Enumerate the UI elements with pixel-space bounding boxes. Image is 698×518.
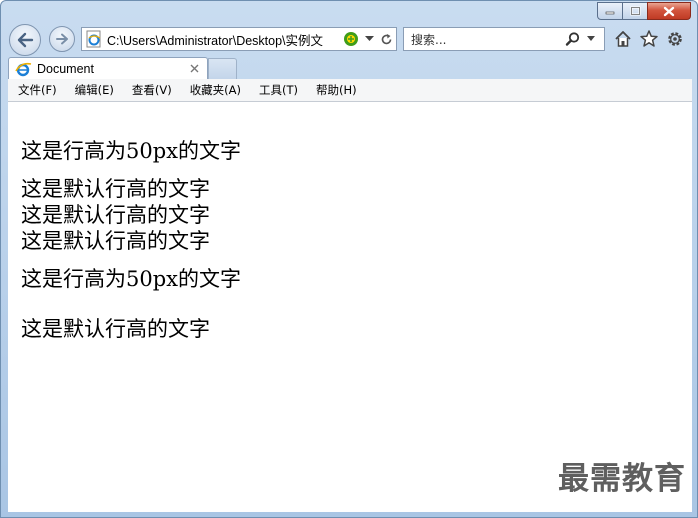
text-line-default: 这是默认行高的文字 — [21, 229, 210, 253]
text-line-50px: 这是行高为50px的文字 — [21, 267, 242, 291]
tab-title: Document — [37, 61, 94, 76]
browser-window: C:\Users\Administrator\Desktop\实例文 搜索... — [0, 0, 698, 518]
home-icon[interactable] — [613, 29, 633, 49]
menu-favorites[interactable]: 收藏夹(A) — [180, 82, 249, 98]
address-bar[interactable]: C:\Users\Administrator\Desktop\实例文 — [81, 27, 397, 51]
maximize-icon — [630, 6, 640, 16]
minimize-button[interactable] — [597, 2, 623, 20]
forward-button[interactable] — [49, 26, 75, 52]
tab-bar: Document — [1, 57, 697, 79]
text-line-default: 这是默认行高的文字 — [21, 177, 210, 201]
search-input[interactable]: 搜索... — [411, 31, 565, 48]
search-box[interactable]: 搜索... — [403, 27, 605, 51]
forward-arrow-icon — [56, 33, 68, 45]
new-tab-button[interactable] — [208, 58, 237, 79]
chevron-down-icon[interactable] — [365, 36, 374, 42]
menu-tools[interactable]: 工具(T) — [249, 82, 306, 98]
window-caption-buttons — [597, 2, 691, 20]
star-icon[interactable] — [639, 29, 659, 49]
compatibility-view-icon[interactable] — [343, 31, 359, 47]
chevron-down-icon[interactable] — [584, 36, 598, 42]
close-window-button[interactable] — [647, 2, 691, 20]
text-line-default: 这是默认行高的文字 — [21, 317, 210, 341]
browser-toolbar-icons — [613, 29, 685, 49]
ie-page-icon — [86, 30, 101, 48]
gear-icon[interactable] — [665, 29, 685, 49]
back-button[interactable] — [9, 24, 41, 56]
menu-view[interactable]: 查看(V) — [122, 82, 180, 98]
minimize-icon — [605, 11, 615, 15]
text-line-50px: 这是行高为50px的文字 — [21, 139, 242, 163]
menu-bar: 文件(F) 编辑(E) 查看(V) 收藏夹(A) 工具(T) 帮助(H) — [8, 79, 692, 102]
maximize-button[interactable] — [622, 2, 648, 20]
refresh-icon[interactable] — [380, 33, 393, 46]
back-arrow-icon — [17, 32, 34, 48]
navigation-bar: C:\Users\Administrator\Desktop\实例文 搜索... — [1, 23, 697, 57]
page-content: 这是行高为50px的文字 这是默认行高的文字 这是默认行高的文字 这是默认行高的… — [8, 102, 692, 512]
menu-edit[interactable]: 编辑(E) — [65, 82, 122, 98]
watermark-text: 最需教育 — [558, 461, 686, 497]
close-icon — [663, 6, 675, 16]
close-icon — [190, 64, 198, 73]
magnifier-icon[interactable] — [565, 31, 581, 47]
address-url[interactable]: C:\Users\Administrator\Desktop\实例文 — [107, 30, 339, 49]
close-tab-button[interactable] — [186, 61, 202, 77]
text-line-default: 这是默认行高的文字 — [21, 203, 210, 227]
ie-logo-icon — [15, 62, 32, 76]
menu-help[interactable]: 帮助(H) — [306, 82, 365, 98]
tab-document[interactable]: Document — [8, 57, 208, 79]
menu-file[interactable]: 文件(F) — [8, 82, 65, 98]
